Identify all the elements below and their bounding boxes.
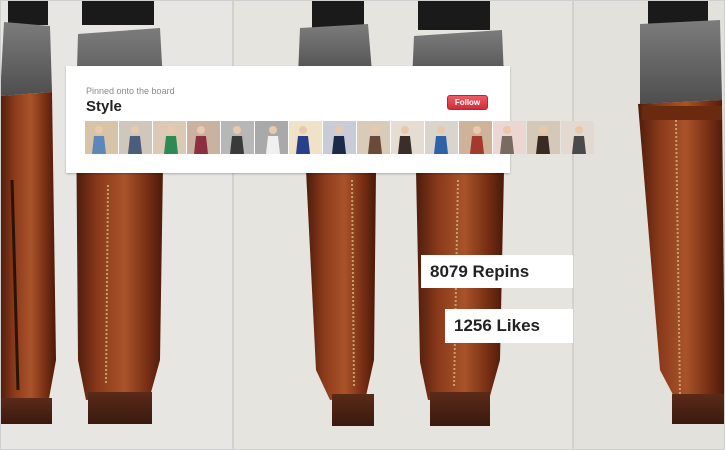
board-card-eyebrow: Pinned onto the board [86,86,175,96]
board-thumbnail[interactable] [493,121,526,154]
board-thumbnail[interactable] [153,121,186,154]
board-card: Pinned onto the board Style Follow [66,66,594,173]
board-thumbnail[interactable] [255,121,288,154]
board-thumbnail[interactable] [85,121,118,154]
board-thumbnail[interactable] [459,121,492,154]
likes-count: 1256 Likes [445,309,573,343]
board-thumbnail[interactable] [527,121,560,154]
board-thumbnail[interactable] [289,121,322,154]
board-thumbnail[interactable] [119,121,152,154]
board-thumbnail[interactable] [221,121,254,154]
board-title[interactable]: Style [86,98,122,116]
board-thumbnail[interactable] [187,121,220,154]
board-thumbnails [85,121,594,154]
board-thumbnail[interactable] [323,121,356,154]
board-thumbnail[interactable] [561,121,594,154]
board-thumbnail[interactable] [357,121,390,154]
follow-button[interactable]: Follow [447,95,488,110]
repins-count: 8079 Repins [421,255,573,288]
board-thumbnail[interactable] [391,121,424,154]
board-thumbnail[interactable] [425,121,458,154]
